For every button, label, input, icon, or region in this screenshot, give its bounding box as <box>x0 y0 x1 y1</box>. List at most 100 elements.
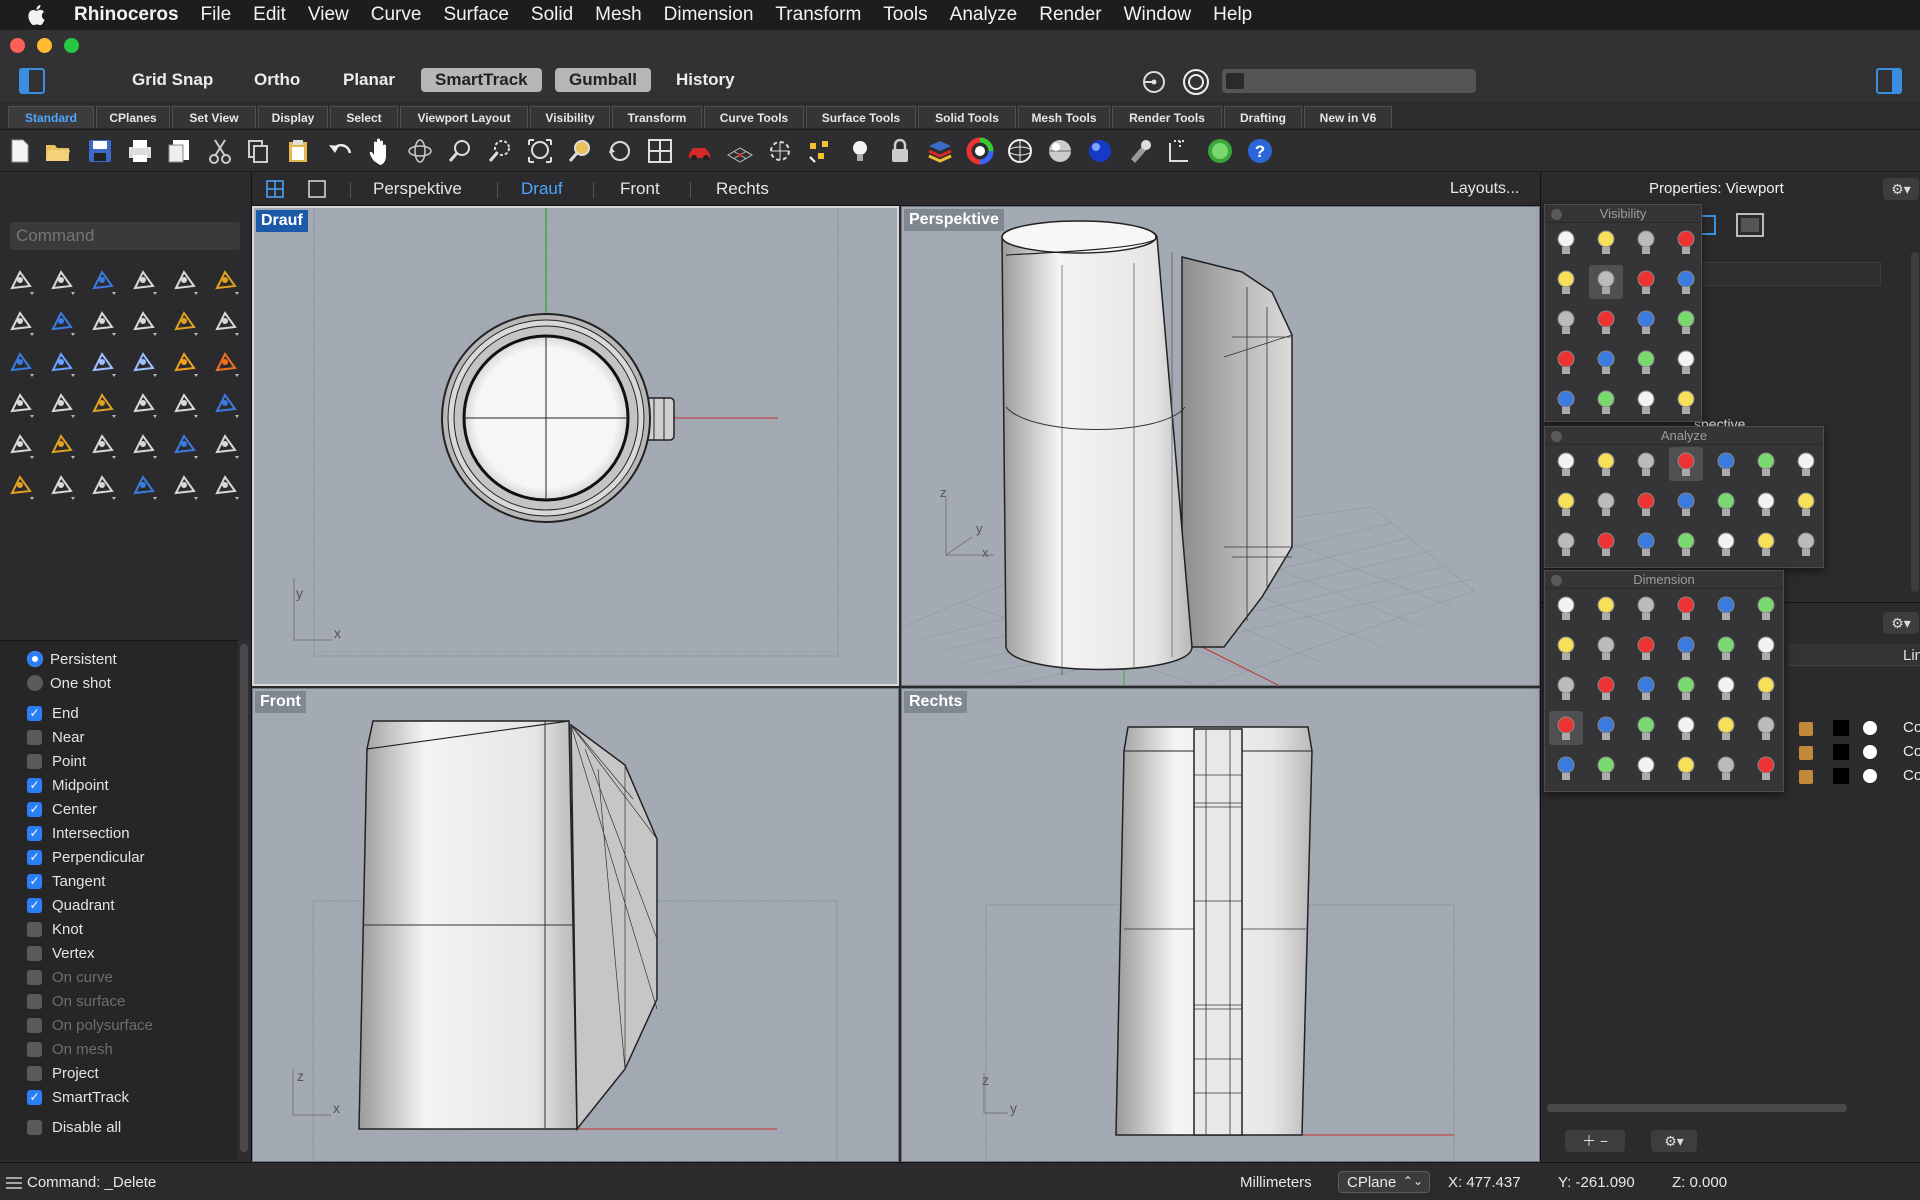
menu-surface[interactable]: Surface <box>443 4 508 26</box>
layer-color-swatch[interactable] <box>1833 744 1849 760</box>
undo-view-icon[interactable] <box>606 137 634 165</box>
menu-curve[interactable]: Curve <box>371 4 422 26</box>
cplane-selector[interactable]: CPlane ⌃⌄ <box>1338 1171 1430 1193</box>
smarttrack-toggle[interactable]: SmartTrack <box>421 68 542 92</box>
aligned-dim-icon[interactable] <box>1589 671 1623 705</box>
point-icon[interactable] <box>47 266 77 296</box>
direction-icon[interactable] <box>1549 447 1583 481</box>
distance-icon[interactable] <box>1669 487 1703 521</box>
new-file-icon[interactable] <box>6 137 34 165</box>
lock-toggle-icon[interactable] <box>1629 345 1663 379</box>
layer-lock-icon[interactable] <box>1799 746 1813 760</box>
aligned-dim-icon[interactable] <box>1589 751 1623 785</box>
viewport-tab-drauf[interactable]: Drauf <box>521 179 563 199</box>
snap-checkbox[interactable]: ✓ <box>27 849 42 865</box>
snap-option[interactable]: ✓ Midpoint <box>27 775 109 795</box>
direction-icon[interactable] <box>1549 527 1583 561</box>
plane-icon[interactable] <box>129 348 159 378</box>
linear-dim-icon[interactable] <box>1549 671 1583 705</box>
viewport-tab-rechts[interactable]: Rechts <box>716 179 769 199</box>
four-view-layout-icon[interactable] <box>266 180 284 198</box>
undo-icon[interactable] <box>326 137 354 165</box>
green-plugin-icon[interactable] <box>1206 137 1234 165</box>
viewport-display-icons[interactable] <box>1695 212 1765 238</box>
history-toggle[interactable]: History <box>662 68 749 92</box>
extrude-icon[interactable] <box>88 471 118 501</box>
polygon-icon[interactable] <box>6 307 36 337</box>
record-icon[interactable] <box>1182 68 1210 96</box>
zoom-selected-icon[interactable] <box>566 137 594 165</box>
tab-transform[interactable]: Transform <box>612 106 702 128</box>
light-bulb-icon[interactable] <box>846 137 874 165</box>
tab-curve-tools[interactable]: Curve Tools <box>704 106 804 128</box>
xyz-icon[interactable] <box>1589 487 1623 521</box>
radial-dim-icon[interactable] <box>1629 591 1663 625</box>
single-view-layout-icon[interactable] <box>308 180 326 198</box>
tab-visibility[interactable]: Visibility <box>530 106 610 128</box>
layer-linetype[interactable]: Co <box>1903 719 1920 736</box>
layer-linetype[interactable]: Co <box>1903 767 1920 784</box>
minimize-window-button[interactable] <box>37 38 52 53</box>
tab-solid-tools[interactable]: Solid Tools <box>918 106 1016 128</box>
show-selected-icon[interactable] <box>1549 345 1583 379</box>
app-name[interactable]: Rhinoceros <box>74 4 179 26</box>
tab-set-view[interactable]: Set View <box>172 106 256 128</box>
cut-icon[interactable] <box>206 137 234 165</box>
zoom-extents-icon[interactable] <box>526 137 554 165</box>
snap-option[interactable]: On polysurface <box>27 1015 153 1035</box>
radius-icon[interactable] <box>1749 447 1783 481</box>
snap-option[interactable]: ✓ Tangent <box>27 871 105 891</box>
viewport-title-field[interactable] <box>1691 262 1881 286</box>
tab-surface-tools[interactable]: Surface Tools <box>806 106 916 128</box>
layers-gear-icon[interactable]: ⚙▾ <box>1883 612 1919 634</box>
block-icon[interactable] <box>170 430 200 460</box>
length-icon[interactable] <box>1629 527 1663 561</box>
radial-dim-icon[interactable] <box>1629 711 1663 745</box>
mirror-icon[interactable] <box>129 430 159 460</box>
command-history-icon[interactable] <box>6 1176 22 1190</box>
length-icon[interactable] <box>1629 447 1663 481</box>
layer-material-icon[interactable] <box>1863 721 1877 735</box>
curvature-icon[interactable] <box>1789 447 1823 481</box>
check-icon[interactable] <box>129 471 159 501</box>
linear-dim-icon[interactable] <box>1549 591 1583 625</box>
zoom-window-button[interactable] <box>64 38 79 53</box>
lock-icon[interactable] <box>886 137 914 165</box>
close-window-button[interactable] <box>10 38 25 53</box>
menu-dimension[interactable]: Dimension <box>664 4 754 26</box>
leader-icon[interactable] <box>1749 591 1783 625</box>
snap-checkbox[interactable]: ✓ <box>27 825 42 841</box>
popup-close-button[interactable] <box>1551 209 1562 220</box>
linear-dim-icon[interactable] <box>1549 751 1583 785</box>
cylinder-icon[interactable] <box>88 348 118 378</box>
snap-checkbox[interactable]: ✓ <box>27 873 42 889</box>
rotate-view-icon[interactable] <box>406 137 434 165</box>
layer-stack-icon[interactable] <box>926 137 954 165</box>
snap-option[interactable]: On mesh <box>27 1039 113 1059</box>
swap-visibility-icon[interactable] <box>1669 225 1703 259</box>
grid-snap-toggle[interactable]: Grid Snap <box>118 68 227 92</box>
viewport-front[interactable]: z x Front <box>252 688 899 1162</box>
layer-material-icon[interactable] <box>1863 769 1877 783</box>
swap-visibility-icon[interactable] <box>1549 305 1583 339</box>
angle-icon[interactable] <box>1709 487 1743 521</box>
show-bulb-icon[interactable] <box>1629 305 1663 339</box>
snap-option[interactable]: Near <box>27 727 85 747</box>
layers-hscrollbar[interactable] <box>1547 1104 1847 1112</box>
properties-scrollbar[interactable] <box>1911 252 1919 592</box>
aligned-dim-icon[interactable] <box>1589 631 1623 665</box>
open-folder-icon[interactable] <box>44 137 72 165</box>
snap-checkbox[interactable]: ✓ <box>27 1089 42 1105</box>
snap-option[interactable]: Knot <box>27 919 83 939</box>
properties-icon[interactable] <box>211 430 241 460</box>
menu-mesh[interactable]: Mesh <box>595 4 641 26</box>
tab-standard[interactable]: Standard <box>8 106 94 128</box>
snap-checkbox[interactable] <box>27 969 42 985</box>
snap-option[interactable]: ✓ SmartTrack <box>27 1087 129 1107</box>
snap-checkbox[interactable] <box>27 945 42 961</box>
command-input[interactable] <box>10 222 240 250</box>
ortho-toggle[interactable]: Ortho <box>240 68 314 92</box>
filter-target-icon[interactable] <box>1141 69 1167 95</box>
menu-window[interactable]: Window <box>1124 4 1192 26</box>
tab-drafting[interactable]: Drafting <box>1224 106 1302 128</box>
